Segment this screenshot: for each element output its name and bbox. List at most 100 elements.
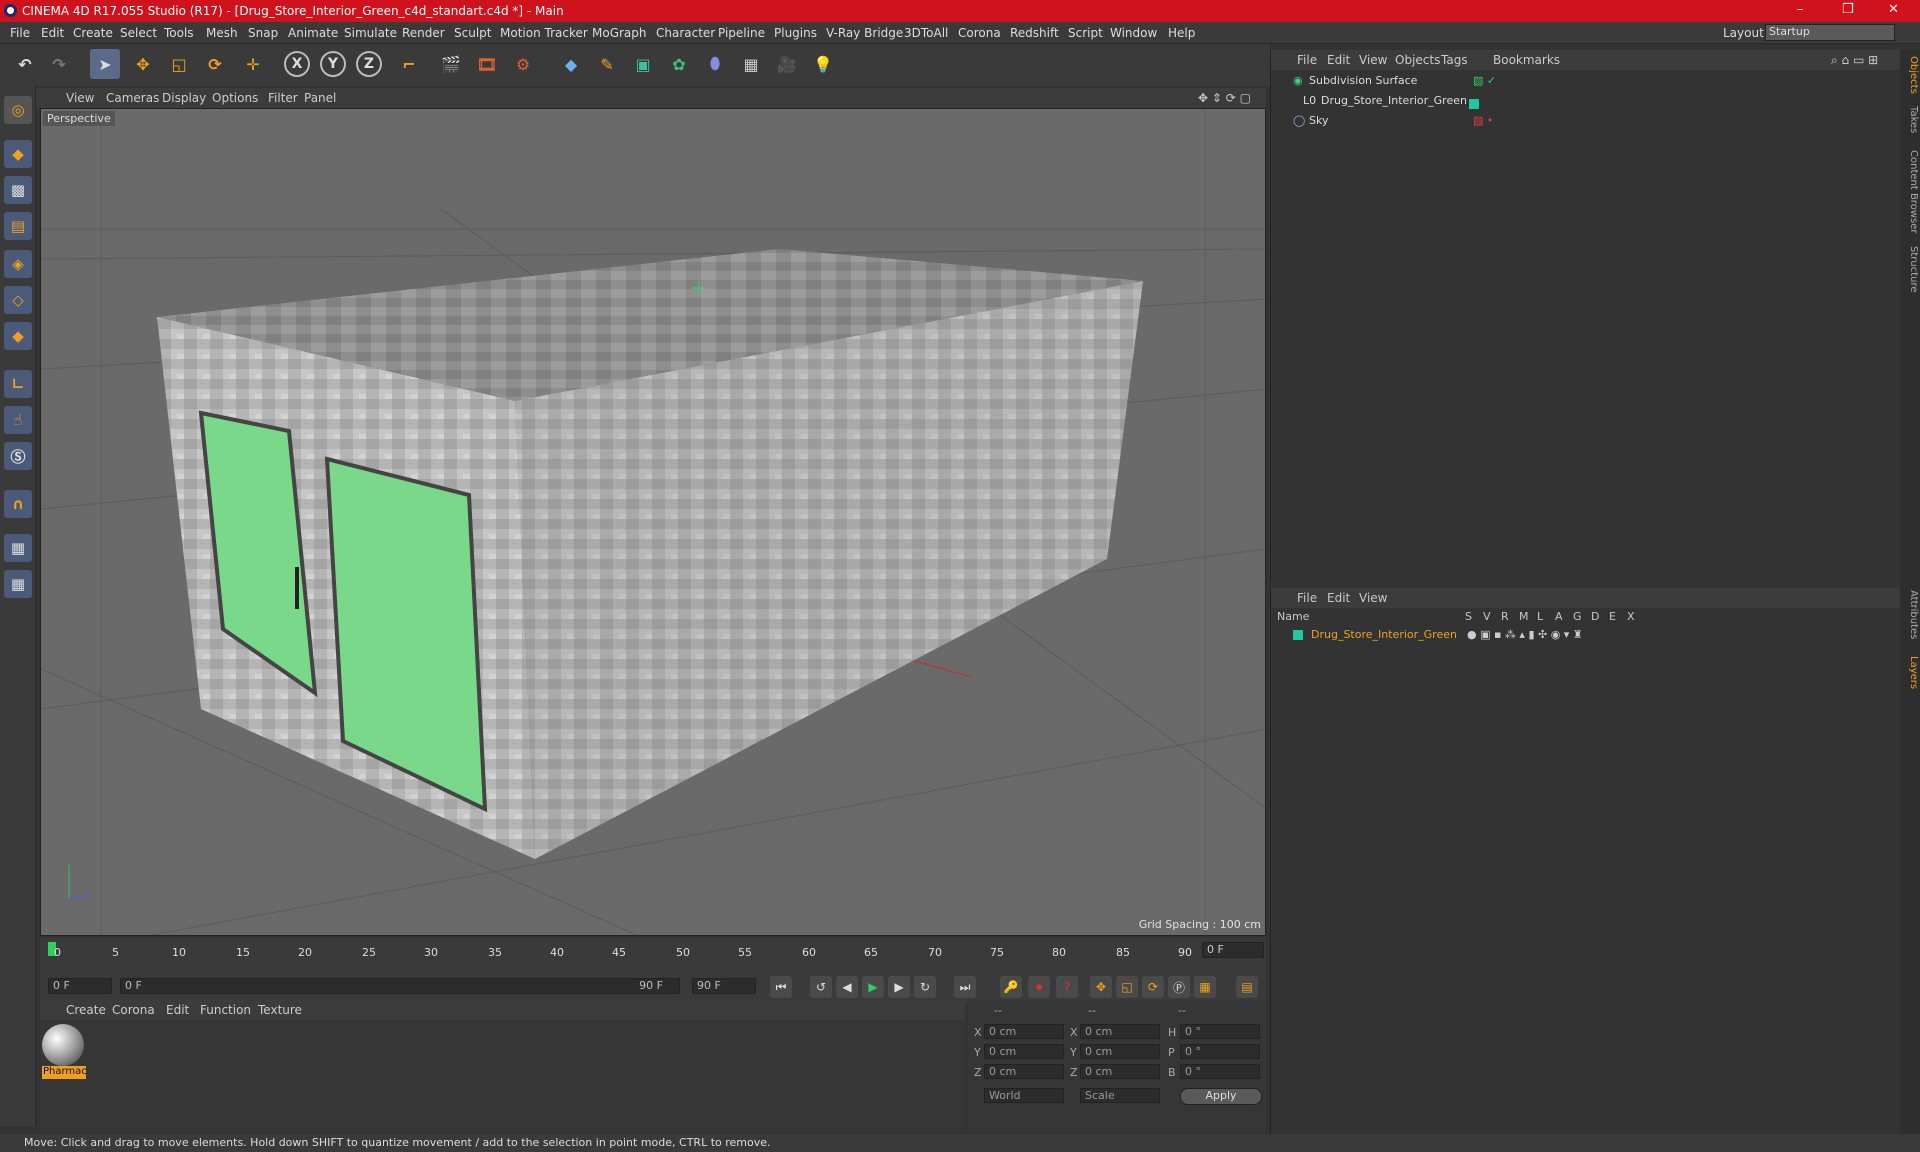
key-grid-icon[interactable]: ▦ [1194,976,1216,998]
rotation-p-field[interactable]: 0 ° [1180,1044,1260,1059]
menu-pipeline[interactable]: Pipeline [718,26,765,40]
loop-forward-icon[interactable]: ↻ [914,976,936,998]
layer-toggles[interactable]: ● ▣ ▪ ⁂ ▴ ▮ ✣ ◉ ▾ ♜ [1467,628,1583,641]
layout-select[interactable]: Startup [1765,24,1895,41]
pen-spline-icon[interactable]: ✎ [592,49,622,79]
undo-icon[interactable]: ↶ [10,49,40,79]
planar-workplane-icon[interactable]: ▦ [4,570,32,598]
layers-menu-view[interactable]: View [1359,591,1387,605]
menu-file[interactable]: File [10,26,30,40]
restore-button[interactable]: ❐ [1842,2,1854,17]
step-back-icon[interactable]: ◀ [836,976,858,998]
menu-animate[interactable]: Animate [288,26,338,40]
material-swatch[interactable]: Pharmac [42,1024,86,1080]
objects-menu-view[interactable]: View [1359,53,1387,67]
menu-script[interactable]: Script [1068,26,1103,40]
timeline[interactable]: 0 5 10 15 20 25 30 35 40 45 50 55 60 65 … [40,938,1266,972]
rotate-icon[interactable]: ⟳ [200,49,230,79]
size-z-field[interactable]: 0 cm [1080,1064,1160,1079]
subdivision-icon[interactable]: ▣ [628,49,658,79]
render-view-icon[interactable]: 🎬 [436,49,466,79]
polygons-mode-icon[interactable]: ◆ [4,322,32,350]
range-slider[interactable]: 0 F 90 F [120,978,680,994]
object-flags[interactable]: ▧ ✓ [1473,74,1496,87]
move-icon[interactable]: ✥ [128,49,158,79]
size-x-field[interactable]: 0 cm [1080,1024,1160,1039]
tab-structure[interactable]: Structure [1901,246,1919,293]
step-forward-icon[interactable]: ▶ [888,976,910,998]
menu-sculpt[interactable]: Sculpt [454,26,491,40]
menu-select[interactable]: Select [120,26,157,40]
record-icon[interactable]: ⏺ [1028,976,1050,998]
size-y-field[interactable]: 0 cm [1080,1044,1160,1059]
menu-character[interactable]: Character [656,26,715,40]
material-menu-corona[interactable]: Corona [112,1003,155,1017]
layers-menu-file[interactable]: File [1297,591,1317,605]
tweak-mode-icon[interactable]: ☝ [4,406,32,434]
transform-icon[interactable]: ✛ [238,49,268,79]
redo-icon[interactable]: ↷ [44,49,74,79]
perspective-viewport[interactable]: Perspective Grid Spacing : 100 cm [40,108,1266,936]
array-icon[interactable]: ✿ [664,49,694,79]
size-mode-select[interactable]: Scale [1080,1088,1160,1103]
viewport-menu-filter[interactable]: Filter [268,91,298,105]
menu-motion-tracker[interactable]: Motion Tracker [500,26,588,40]
coordinate-space-select[interactable]: World [984,1088,1064,1103]
material-menu-create[interactable]: Create [66,1003,106,1017]
layer-row[interactable]: Drug_Store_Interior_Green ● ▣ ▪ ⁂ ▴ ▮ ✣ … [1271,628,1901,644]
keyframe-icon[interactable]: 🔑 [1000,976,1022,998]
viewport-nav-icons[interactable]: ✥ ⇕ ⟳ ▢ [1198,91,1251,105]
select-arrow-icon[interactable]: ➤ [90,49,120,79]
scale-icon[interactable]: ◱ [164,49,194,79]
start-frame-field[interactable]: 0 F [48,978,112,994]
rotation-b-field[interactable]: 0 ° [1180,1064,1260,1079]
objects-menu-objects[interactable]: Objects [1395,53,1440,67]
menu-simulate[interactable]: Simulate [344,26,397,40]
minimize-button[interactable]: – [1797,2,1804,17]
material-menu-texture[interactable]: Texture [258,1003,302,1017]
position-y-field[interactable]: 0 cm [984,1044,1064,1059]
viewport-menu-options[interactable]: Options [212,91,258,105]
deformer-icon[interactable]: ⬮ [700,49,730,79]
workplane-icon[interactable]: ▤ [4,212,32,240]
points-mode-icon[interactable]: ◈ [4,250,32,278]
object-row[interactable]: L0 Drug_Store_Interior_Green [1273,94,1899,114]
menu-corona[interactable]: Corona [958,26,1001,40]
objects-menu-tags[interactable]: Tags [1441,53,1468,67]
tab-layers[interactable]: Layers [1901,656,1919,689]
objects-toolbar-icons[interactable]: ⌕ ⌂ ▭ ⊞ [1831,53,1878,68]
camera-icon[interactable]: 🎥 [772,49,802,79]
viewport-menu-display[interactable]: Display [162,91,206,105]
key-scale-icon[interactable]: ◱ [1116,976,1138,998]
render-settings-icon[interactable]: ⚙ [508,49,538,79]
tab-objects[interactable]: Objects [1901,56,1919,94]
solo-icon[interactable]: Ⓢ [4,442,32,470]
autokey-icon[interactable]: ? [1056,976,1078,998]
material-menu-edit[interactable]: Edit [166,1003,189,1017]
viewport-menu-cameras[interactable]: Cameras [106,91,159,105]
z-axis-icon[interactable]: Z [356,51,382,77]
menu-mograph[interactable]: MoGraph [592,26,647,40]
x-axis-icon[interactable]: X [284,51,310,77]
menu-help[interactable]: Help [1168,26,1195,40]
viewport-menu-view[interactable]: View [66,91,94,105]
model-mode-icon[interactable]: ◆ [4,140,32,168]
layers-menu-edit[interactable]: Edit [1327,591,1350,605]
go-to-end-icon[interactable]: ⏭ [954,976,976,998]
light-icon[interactable]: 💡 [808,49,838,79]
object-row[interactable]: ◯ Sky ▧ • [1273,114,1899,134]
tab-content-browser[interactable]: Content Browser [1901,150,1919,233]
menu-redshift[interactable]: Redshift [1010,26,1059,40]
end-frame-field[interactable]: 90 F [692,978,756,994]
cube-icon[interactable]: ◆ [556,49,586,79]
go-to-start-icon[interactable]: ⏮ [770,976,792,998]
object-row[interactable]: ◉ Subdivision Surface ▧ ✓ [1273,74,1899,94]
menu-window[interactable]: Window [1110,26,1157,40]
make-editable-icon[interactable]: ◎ [4,96,32,124]
menu-render[interactable]: Render [402,26,445,40]
position-z-field[interactable]: 0 cm [984,1064,1064,1079]
viewport-menu-panel[interactable]: Panel [304,91,336,105]
current-frame-field[interactable]: 0 F [1202,942,1264,958]
coordinate-system-icon[interactable]: ⌐ [394,49,424,79]
rotation-h-field[interactable]: 0 ° [1180,1024,1260,1039]
